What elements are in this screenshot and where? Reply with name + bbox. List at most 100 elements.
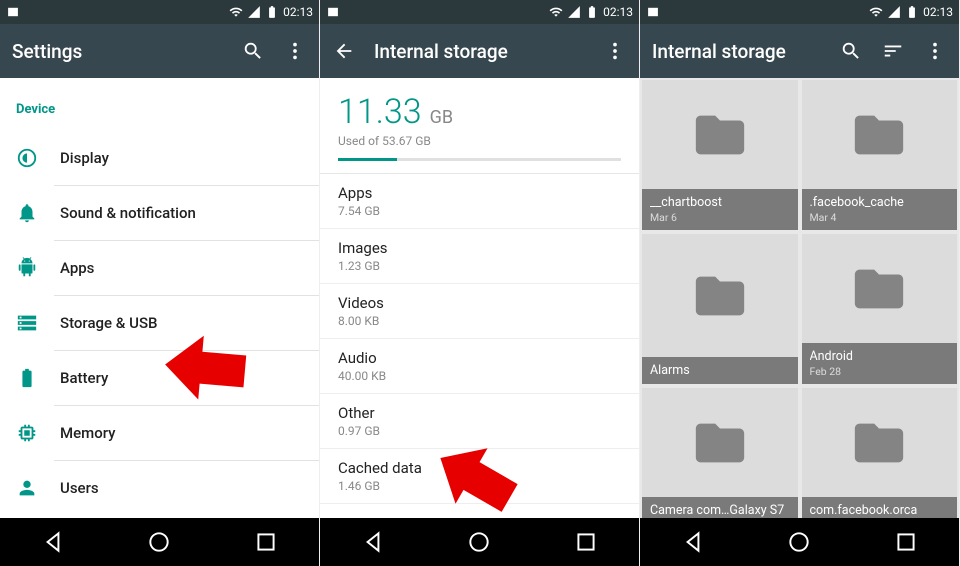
nav-recent-button[interactable]: [893, 529, 919, 555]
folder-name: Android: [810, 349, 950, 364]
signal-icon: [567, 5, 581, 19]
folder-tile[interactable]: Camera com…Galaxy S7 Mar 11: [642, 388, 798, 518]
settings-item-label: Battery: [60, 369, 108, 387]
storage-category-row[interactable]: Videos 8.00 KB: [320, 284, 639, 339]
storage-category-row[interactable]: Apps 7.54 GB: [320, 174, 639, 229]
settings-item-battery[interactable]: Battery: [0, 351, 319, 405]
storage-category-row[interactable]: Cached data 1.46 GB: [320, 449, 639, 504]
storage-category-row[interactable]: Audio 40.00 KB: [320, 339, 639, 394]
dots-icon: [284, 40, 306, 62]
folder-tile[interactable]: com.facebook.orca Mar 4: [802, 388, 958, 518]
sort-button[interactable]: [881, 39, 905, 63]
folder-tile[interactable]: Alarms: [642, 234, 798, 384]
wifi-icon: [869, 5, 883, 19]
settings-item-label: Apps: [60, 259, 94, 277]
image-icon: [646, 5, 660, 19]
dots-icon: [604, 40, 626, 62]
nav-recent-button[interactable]: [573, 529, 599, 555]
status-bar: 02:13: [320, 0, 639, 24]
category-size: 8.00 KB: [338, 314, 621, 328]
bell-icon: [16, 202, 38, 224]
nav-home-button[interactable]: [466, 529, 492, 555]
overflow-button[interactable]: [603, 39, 627, 63]
folder-date: Feb 28: [810, 365, 950, 378]
status-bar: 02:13: [640, 0, 959, 24]
used-of-label: Used of 53.67 GB: [338, 134, 621, 148]
back-arrow-icon: [333, 40, 355, 62]
folder-icon: [642, 80, 798, 189]
android-icon: [16, 257, 38, 279]
settings-item-memory[interactable]: Memory: [0, 406, 319, 460]
nav-bar: [640, 518, 959, 566]
nav-back-button[interactable]: [40, 529, 66, 555]
folder-tile[interactable]: __chartboost Mar 6: [642, 80, 798, 230]
settings-item-label: Display: [60, 149, 109, 167]
image-icon: [326, 5, 340, 19]
storage-body: 11.33 GB Used of 53.67 GB Apps 7.54 GBIm…: [320, 78, 639, 518]
app-bar: Internal storage: [320, 24, 639, 78]
signal-icon: [887, 5, 901, 19]
used-value: 11.33: [338, 92, 422, 132]
battery-icon: [585, 5, 599, 19]
wifi-icon: [549, 5, 563, 19]
folder-date: Mar 4: [810, 211, 950, 224]
category-label: Other: [338, 404, 621, 422]
wifi-icon: [229, 5, 243, 19]
explore-row[interactable]: Explore: [320, 504, 639, 518]
section-header-device: Device: [0, 78, 319, 131]
settings-item-storage[interactable]: Storage & USB: [0, 296, 319, 350]
category-label: Videos: [338, 294, 621, 312]
nav-back-button[interactable]: [360, 529, 386, 555]
settings-item-bell[interactable]: Sound & notification: [0, 186, 319, 240]
storage-category-row[interactable]: Images 1.23 GB: [320, 229, 639, 284]
folder-tile[interactable]: .facebook_cache Mar 4: [802, 80, 958, 230]
folder-date: Mar 6: [650, 211, 790, 224]
back-button[interactable]: [332, 39, 356, 63]
display-icon: [16, 147, 38, 169]
status-time: 02:13: [283, 5, 313, 19]
overflow-button[interactable]: [283, 39, 307, 63]
screen-settings: 02:13 Settings Device Display Sound & no…: [0, 0, 320, 566]
folder-tile[interactable]: Android Feb 28: [802, 234, 958, 384]
nav-home-button[interactable]: [786, 529, 812, 555]
status-time: 02:13: [923, 5, 953, 19]
settings-item-label: Sound & notification: [60, 204, 196, 222]
user-icon: [16, 477, 38, 499]
file-browser-body[interactable]: __chartboost Mar 6 .facebook_cache Mar 4…: [640, 78, 959, 518]
settings-item-user[interactable]: Users: [0, 461, 319, 515]
nav-home-button[interactable]: [146, 529, 172, 555]
nav-bar: [0, 518, 319, 566]
storage-category-row[interactable]: Other 0.97 GB: [320, 394, 639, 449]
nav-back-button[interactable]: [680, 529, 706, 555]
storage-progress: [338, 158, 621, 161]
settings-body: Device Display Sound & notification Apps…: [0, 78, 319, 518]
screen-file-browser: 02:13 Internal storage __chartboost Mar …: [640, 0, 960, 566]
folder-name: __chartboost: [650, 195, 790, 210]
status-time: 02:13: [603, 5, 633, 19]
overflow-button[interactable]: [923, 39, 947, 63]
settings-item-label: Memory: [60, 424, 116, 442]
dots-icon: [924, 40, 946, 62]
battery-icon: [16, 367, 38, 389]
app-bar: Internal storage: [640, 24, 959, 78]
category-label: Images: [338, 239, 621, 257]
category-size: 0.97 GB: [338, 424, 621, 438]
category-size: 1.46 GB: [338, 479, 621, 493]
app-bar-title: Internal storage: [374, 40, 585, 63]
app-bar-title: Settings: [12, 40, 223, 63]
search-button[interactable]: [241, 39, 265, 63]
storage-summary: 11.33 GB Used of 53.67 GB: [320, 78, 639, 174]
folder-icon: [802, 80, 958, 189]
folder-icon: [802, 388, 958, 497]
settings-item-display[interactable]: Display: [0, 131, 319, 185]
app-bar: Settings: [0, 24, 319, 78]
settings-item-android[interactable]: Apps: [0, 241, 319, 295]
folder-name: com.facebook.orca: [810, 503, 950, 518]
category-label: Apps: [338, 184, 621, 202]
nav-recent-button[interactable]: [253, 529, 279, 555]
signal-icon: [247, 5, 261, 19]
image-icon: [6, 5, 20, 19]
folder-name: Camera com…Galaxy S7: [650, 503, 790, 518]
folder-name: .facebook_cache: [810, 195, 950, 210]
search-button[interactable]: [839, 39, 863, 63]
